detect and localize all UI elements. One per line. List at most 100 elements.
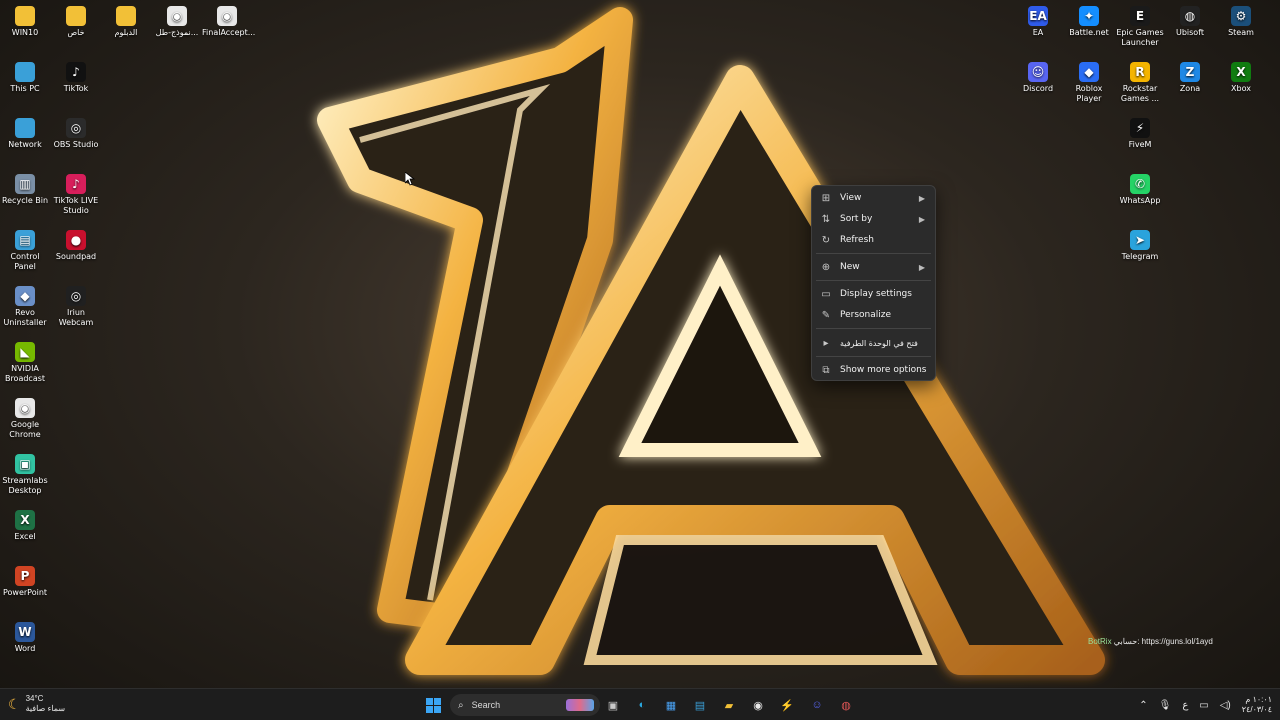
weather-widget[interactable]: ☾ 34°C سماء صافية [8,694,65,714]
desktop-shortcut[interactable]: ◣ NVIDIA Broadcast [0,336,50,384]
desktop-shortcut-label: Zona [1179,84,1201,93]
desktop-shortcut[interactable]: Network [0,112,50,150]
desktop-shortcut[interactable]: EA EA [1013,0,1063,38]
desktop-shortcut[interactable]: ♪ TikTok [51,56,101,94]
desktop-shortcut[interactable]: X Xbox [1216,56,1266,94]
system-tray: ⌃ 🎙 ع ▭ ◁) ١٠:٠١ م ٢٤/٠٣/٠٤ [1139,689,1272,720]
desktop-shortcut-label: This PC [10,84,40,93]
steam-icon: ⚙ [1231,6,1251,26]
terminal-icon: ▸ [823,337,829,349]
desktop-shortcut[interactable]: ◉ نموذج-طل... [152,0,202,38]
ubisoft-icon: ◍ [1180,6,1200,26]
desktop-shortcut[interactable]: ⚙ Steam [1216,0,1266,38]
menu-item-label: Sort by [840,214,873,224]
menu-item-view[interactable]: ⊞ View ▶ [812,188,935,208]
desktop-shortcut[interactable]: الدبلوم [101,0,151,38]
desktop-shortcut[interactable]: Z Zona [1165,56,1215,94]
desktop-shortcut[interactable]: ☺ Discord [1013,56,1063,94]
desktop-shortcut-label: TikTok LIVE Studio [53,196,99,215]
mouse-cursor-icon [405,172,415,186]
obs-icon: ◎ [66,118,86,138]
desktop-shortcut[interactable]: ◆ Roblox Player [1064,56,1114,104]
desktop-shortcut[interactable]: ➤ Telegram [1115,224,1165,262]
zona-icon: Z [1180,62,1200,82]
desktop-shortcut[interactable]: R Rockstar Games ... [1115,56,1165,104]
brush-icon: ✎ [821,309,831,321]
menu-item-show-more-options[interactable]: ⧉ Show more options [812,360,935,380]
desktop-shortcut[interactable]: ✆ WhatsApp [1115,168,1165,206]
desktop-shortcut[interactable]: P PowerPoint [0,560,50,598]
photos-icon[interactable]: ▤ [690,695,710,715]
desktop-shortcut[interactable]: ◆ Revo Uninstaller [0,280,50,328]
chevron-up-icon[interactable]: ⌃ [1139,700,1147,711]
desktop-shortcut[interactable]: ◉ FinalAccept... [202,0,255,38]
desktop-shortcut-label: WIN10 [11,28,39,37]
control-panel-icon: ▤ [15,230,35,250]
desktop-shortcut[interactable]: ⚡ FiveM [1115,112,1165,150]
start-button[interactable] [423,695,443,715]
language-indicator[interactable]: ع [1182,700,1188,711]
file-explorer-icon[interactable]: ▰ [719,695,739,715]
telegram-icon: ➤ [1130,230,1150,250]
monitor-icon [15,62,35,82]
microsoft-store-icon[interactable]: ▦ [661,695,681,715]
weather-description: سماء صافية [25,704,66,713]
desktop-shortcut-label: WhatsApp [1119,196,1161,205]
menu-item-sort-by[interactable]: ⇅ Sort by ▶ [812,209,935,229]
desktop-shortcut[interactable]: ● Soundpad [51,224,101,262]
desktop-shortcut[interactable]: ◎ OBS Studio [51,112,101,150]
menu-item-new[interactable]: ⊕ New ▶ [812,257,935,277]
menu-item-open-in-terminal[interactable]: ▸ فتح في الوحدة الطرفية [812,333,935,353]
menu-item-label: Refresh [840,235,874,245]
rockstar-icon: R [1130,62,1150,82]
desktop-shortcut[interactable]: ♪ TikTok LIVE Studio [51,168,101,216]
clock[interactable]: ١٠:٠١ م ٢٤/٠٣/٠٤ [1242,695,1272,715]
taskbar-search-box[interactable]: ⌕ Search [450,694,600,716]
desktop-shortcut-label: Ubisoft [1175,28,1205,37]
discord-icon: ☺ [1028,62,1048,82]
search-placeholder: Search [471,700,501,710]
new-plus-icon: ⊕ [821,261,831,273]
microphone-icon[interactable]: 🎙 [1159,700,1172,711]
menu-item-label: Personalize [840,310,892,320]
chrome-taskbar-icon[interactable]: ◉ [748,695,768,715]
desktop-shortcut[interactable]: X Excel [0,504,50,542]
desktop-shortcut-label: Roblox Player [1075,84,1103,103]
desktop-shortcut-label: Google Chrome [9,420,41,439]
tiktok-live-icon: ♪ [66,174,86,194]
clock-date: ٢٤/٠٣/٠٤ [1241,705,1272,714]
desktop-shortcut-label: Rockstar Games ... [1120,84,1160,103]
desktop-shortcut[interactable]: E Epic Games Launcher [1115,0,1165,48]
more-options-icon: ⧉ [822,364,830,376]
menu-item-display-settings[interactable]: ▭ Display settings [812,284,935,304]
desktop-shortcut[interactable]: ▥ Recycle Bin [0,168,50,206]
recording-app-icon[interactable]: ◍ [836,695,856,715]
grid-view-icon: ⊞ [821,192,831,204]
desktop-shortcut[interactable]: This PC [0,56,50,94]
menu-separator [816,253,931,254]
desktop-shortcut[interactable]: ▣ Streamlabs Desktop [0,448,50,496]
desktop-shortcut-label: EA [1032,28,1044,37]
desktop-shortcut[interactable]: ◉ Google Chrome [0,392,50,440]
desktop-shortcut[interactable]: WIN10 [0,0,50,38]
desktop-shortcut[interactable]: ◍ Ubisoft [1165,0,1215,38]
folder-icon [15,6,35,26]
desktop-context-menu: ⊞ View ▶ ⇅ Sort by ▶ ↻ Refresh ⊕ New ▶ ▭… [811,185,936,381]
volume-icon[interactable]: ◁) [1220,700,1231,711]
desktop-shortcut-label: Revo Uninstaller [3,308,47,327]
fivem-taskbar-icon[interactable]: ⚡ [777,695,797,715]
menu-item-refresh[interactable]: ↻ Refresh [812,230,935,250]
desktop-shortcut-label: OBS Studio [53,140,99,149]
desktop-shortcut[interactable]: خاص [51,0,101,38]
chevron-right-icon: ▶ [918,193,925,203]
desktop-shortcut[interactable]: W Word [0,616,50,654]
menu-item-personalize[interactable]: ✎ Personalize [812,305,935,325]
task-view-icon[interactable]: ▣ [603,695,623,715]
tiktok-icon: ♪ [66,62,86,82]
edge-icon[interactable]: ◐ [632,695,652,715]
desktop-shortcut[interactable]: ▤ Control Panel [0,224,50,272]
discord-taskbar-icon[interactable]: ☺ [807,695,827,715]
network-icon[interactable]: ▭ [1199,700,1208,711]
desktop-shortcut[interactable]: ◎ Iriun Webcam [51,280,101,328]
desktop-shortcut[interactable]: ✦ Battle.net [1064,0,1114,38]
